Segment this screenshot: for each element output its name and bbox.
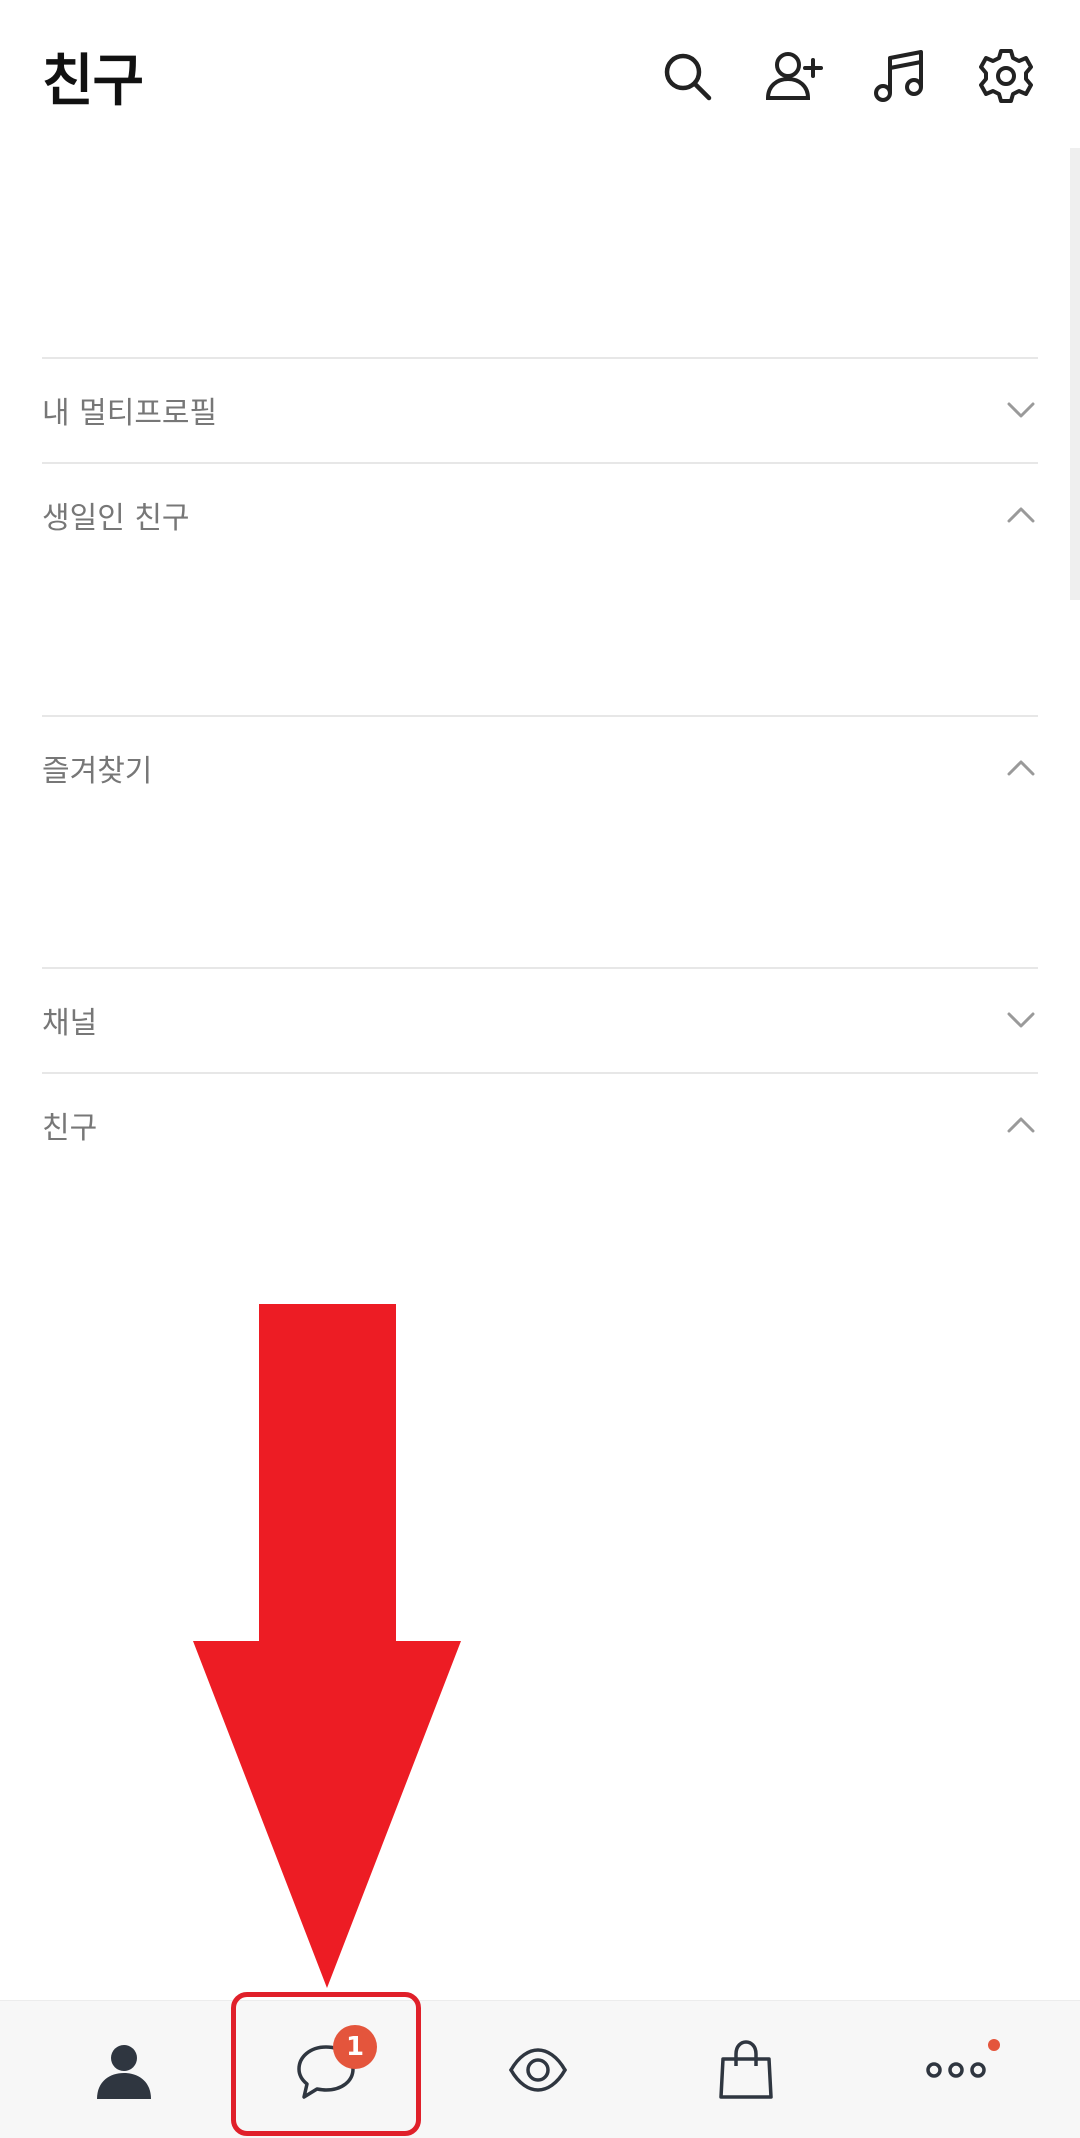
section-label: 내 멀티프로필 [42,396,218,431]
search-icon [664,53,712,101]
person-icon [97,2045,151,2099]
section-birthday-friends[interactable]: 생일인 친구 [42,462,1038,566]
section-favorites[interactable]: 즐겨찾기 [42,715,1038,819]
section-label: 채널 [42,1006,98,1041]
shopping-bag-icon [719,2040,773,2099]
section-label: 즐겨찾기 [42,754,153,789]
unread-badge: 1 [333,2025,377,2069]
more-tab[interactable] [856,2001,1056,2138]
chevron-up-icon [1004,1108,1038,1142]
search-button[interactable] [651,40,723,112]
section-friends[interactable]: 친구 [42,1072,1038,1176]
shopping-tab[interactable] [646,2001,846,2138]
more-dots-icon [926,2062,986,2078]
scrollbar[interactable] [1070,148,1080,600]
settings-button[interactable] [970,40,1042,112]
page-title: 친구 [42,49,144,114]
chevron-down-icon [1004,1003,1038,1037]
add-friend-icon [765,52,823,100]
section-label: 친구 [42,1111,98,1146]
music-icon [874,50,923,102]
chats-tab[interactable]: 1 [226,2001,426,2138]
section-label: 생일인 친구 [42,501,190,536]
header: 친구 [0,0,1080,145]
bottom-nav: 1 [0,2000,1080,2138]
notification-dot [988,2039,1000,2051]
chevron-down-icon [1004,393,1038,427]
friends-tab[interactable] [24,2001,224,2138]
view-tab[interactable] [438,2001,638,2138]
music-button[interactable] [864,40,936,112]
section-channels[interactable]: 채널 [42,967,1038,1071]
settings-icon [979,49,1033,103]
eye-icon [509,2048,567,2092]
chevron-up-icon [1004,498,1038,532]
section-multi-profile[interactable]: 내 멀티프로필 [42,357,1038,461]
app-screen: 친구 내 멀티프로필 생일인 친구 즐겨찾기 채널 친구 1 [0,0,1080,2138]
chevron-up-icon [1004,751,1038,785]
add-friend-button[interactable] [758,40,830,112]
